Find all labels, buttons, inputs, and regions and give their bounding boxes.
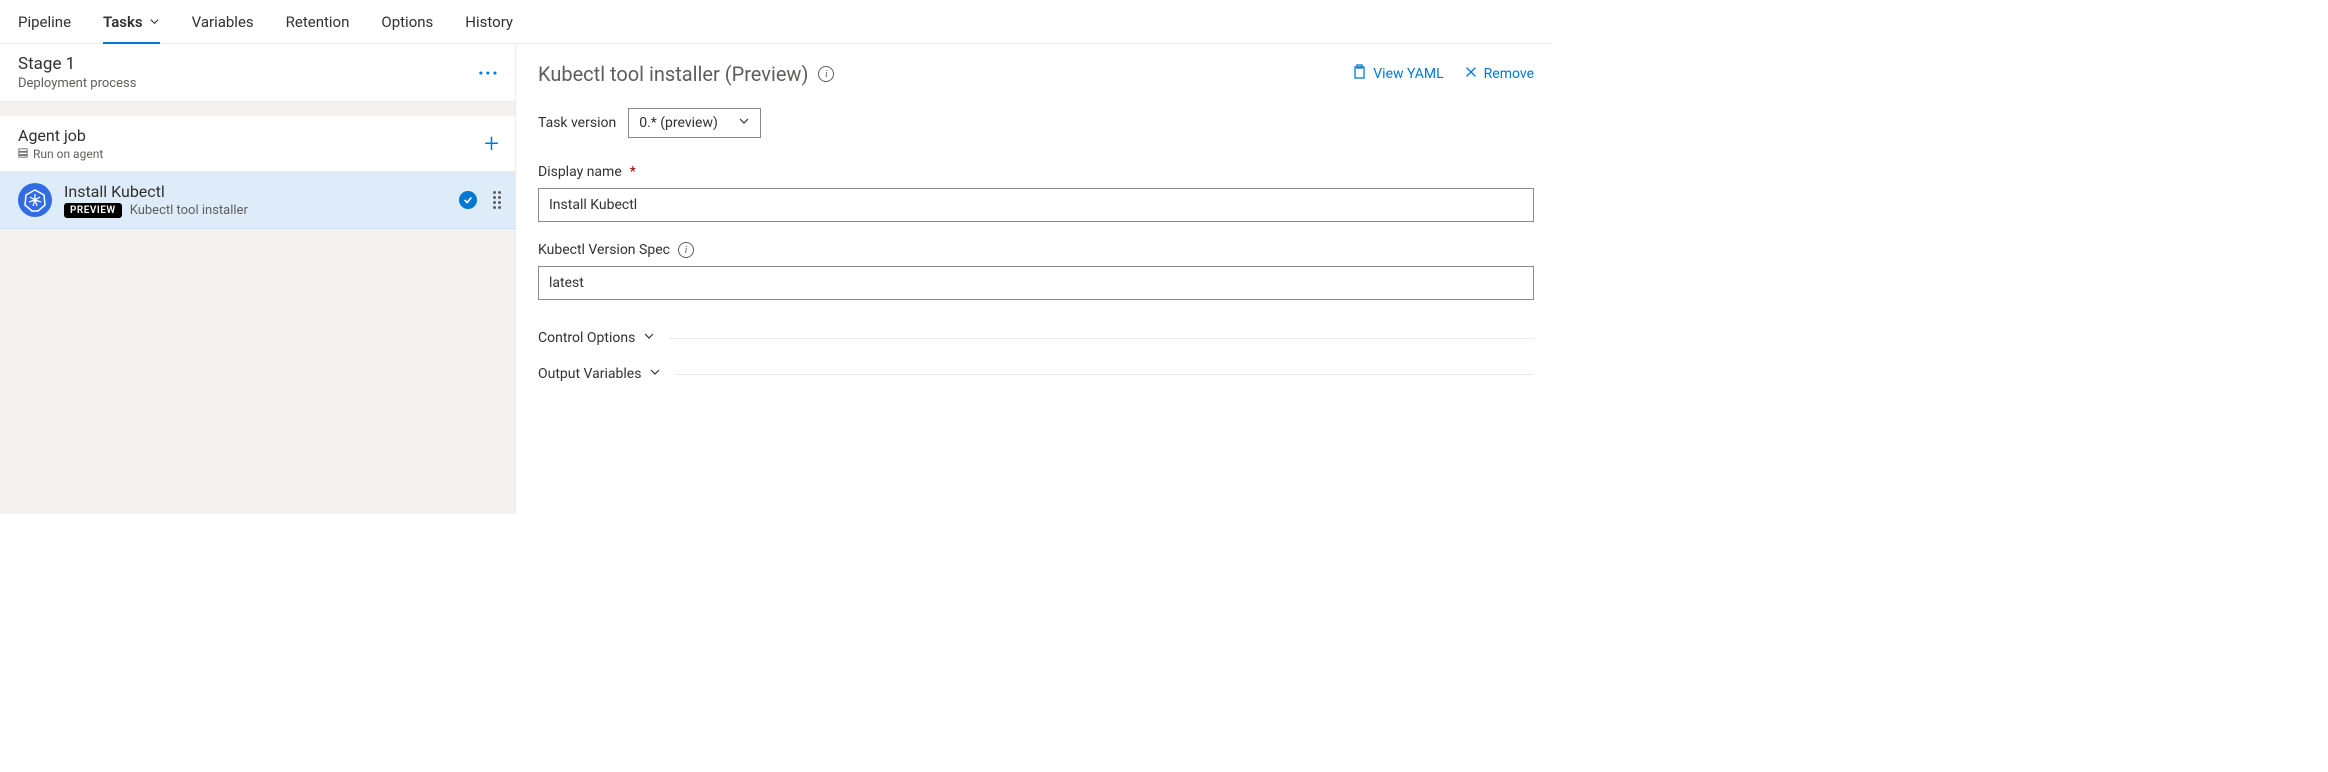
main-content: Stage 1 Deployment process ··· Agent job…: [0, 44, 1552, 514]
chevron-down-icon: [643, 330, 655, 346]
chevron-down-icon: [149, 16, 160, 27]
task-list-panel: Stage 1 Deployment process ··· Agent job…: [0, 44, 516, 514]
agent-job-info: Agent job Run on agent: [18, 126, 103, 161]
display-name-group: Display name *: [538, 164, 1534, 222]
chevron-down-icon: [738, 115, 750, 131]
tab-label: Pipeline: [18, 13, 71, 31]
tab-bar: Pipeline Tasks Variables Retention Optio…: [0, 0, 1552, 44]
server-icon: [18, 147, 28, 161]
tab-history[interactable]: History: [465, 0, 513, 43]
output-variables-label: Output Variables: [538, 366, 641, 382]
task-desc: Kubectl tool installer: [130, 203, 248, 218]
detail-actions: View YAML Remove: [1351, 64, 1534, 84]
remove-label: Remove: [1484, 66, 1534, 82]
more-menu-button[interactable]: ···: [478, 61, 499, 85]
tab-label: History: [465, 13, 513, 31]
display-name-label-row: Display name *: [538, 164, 1534, 180]
stage-subtitle: Deployment process: [18, 76, 136, 91]
task-version-value: 0.* (preview): [639, 115, 718, 131]
drag-handle[interactable]: [493, 191, 501, 209]
agent-sub-text: Run on agent: [33, 147, 103, 161]
view-yaml-label: View YAML: [1373, 66, 1443, 82]
check-icon: [459, 191, 477, 209]
chevron-down-icon: [649, 366, 661, 382]
view-yaml-button[interactable]: View YAML: [1351, 64, 1443, 84]
stage-title: Stage 1: [18, 54, 136, 74]
kubernetes-icon: [18, 183, 52, 217]
close-icon: [1464, 65, 1478, 83]
add-task-button[interactable]: +: [484, 131, 499, 157]
output-variables-section[interactable]: Output Variables: [538, 356, 1534, 392]
remove-button[interactable]: Remove: [1464, 64, 1534, 84]
version-spec-group: Kubectl Version Spec i: [538, 242, 1534, 300]
detail-header: Kubectl tool installer (Preview) i View …: [538, 62, 1534, 86]
stage-info: Stage 1 Deployment process: [18, 54, 136, 91]
agent-job-title: Agent job: [18, 126, 103, 145]
task-detail-panel: Kubectl tool installer (Preview) i View …: [516, 44, 1552, 514]
info-icon[interactable]: i: [678, 242, 694, 258]
agent-job-subtitle: Run on agent: [18, 147, 103, 161]
task-title: Install Kubectl: [64, 182, 447, 201]
required-asterisk: *: [630, 164, 636, 180]
tab-label: Options: [381, 13, 433, 31]
stage-header[interactable]: Stage 1 Deployment process ···: [0, 44, 515, 102]
version-spec-label-row: Kubectl Version Spec i: [538, 242, 1534, 258]
task-body: Install Kubectl PREVIEW Kubectl tool ins…: [64, 182, 447, 218]
pipeline-editor-root: Pipeline Tasks Variables Retention Optio…: [0, 0, 1552, 514]
divider: [675, 374, 1534, 375]
version-spec-input[interactable]: [538, 266, 1534, 300]
task-subline: PREVIEW Kubectl tool installer: [64, 203, 447, 218]
tab-tasks[interactable]: Tasks: [103, 0, 160, 43]
detail-title-wrap: Kubectl tool installer (Preview) i: [538, 62, 834, 86]
display-name-label: Display name: [538, 164, 622, 180]
task-item-install-kubectl[interactable]: Install Kubectl PREVIEW Kubectl tool ins…: [0, 172, 515, 229]
tab-variables[interactable]: Variables: [192, 0, 254, 43]
tab-options[interactable]: Options: [381, 0, 433, 43]
control-options-section[interactable]: Control Options: [538, 320, 1534, 356]
version-spec-label: Kubectl Version Spec: [538, 242, 670, 258]
task-version-row: Task version 0.* (preview): [538, 108, 1534, 138]
tab-retention[interactable]: Retention: [286, 0, 350, 43]
divider: [669, 338, 1534, 339]
display-name-input[interactable]: [538, 188, 1534, 222]
preview-badge: PREVIEW: [64, 203, 122, 218]
agent-job-row[interactable]: Agent job Run on agent +: [0, 116, 515, 172]
tab-label: Variables: [192, 13, 254, 31]
control-options-label: Control Options: [538, 330, 635, 346]
clipboard-icon: [1351, 64, 1367, 84]
info-icon[interactable]: i: [818, 66, 834, 82]
tab-pipeline[interactable]: Pipeline: [18, 0, 71, 43]
task-version-label: Task version: [538, 115, 616, 131]
tab-label: Retention: [286, 13, 350, 31]
detail-title: Kubectl tool installer (Preview): [538, 62, 808, 86]
task-version-select[interactable]: 0.* (preview): [628, 108, 761, 138]
tab-label: Tasks: [103, 13, 143, 31]
